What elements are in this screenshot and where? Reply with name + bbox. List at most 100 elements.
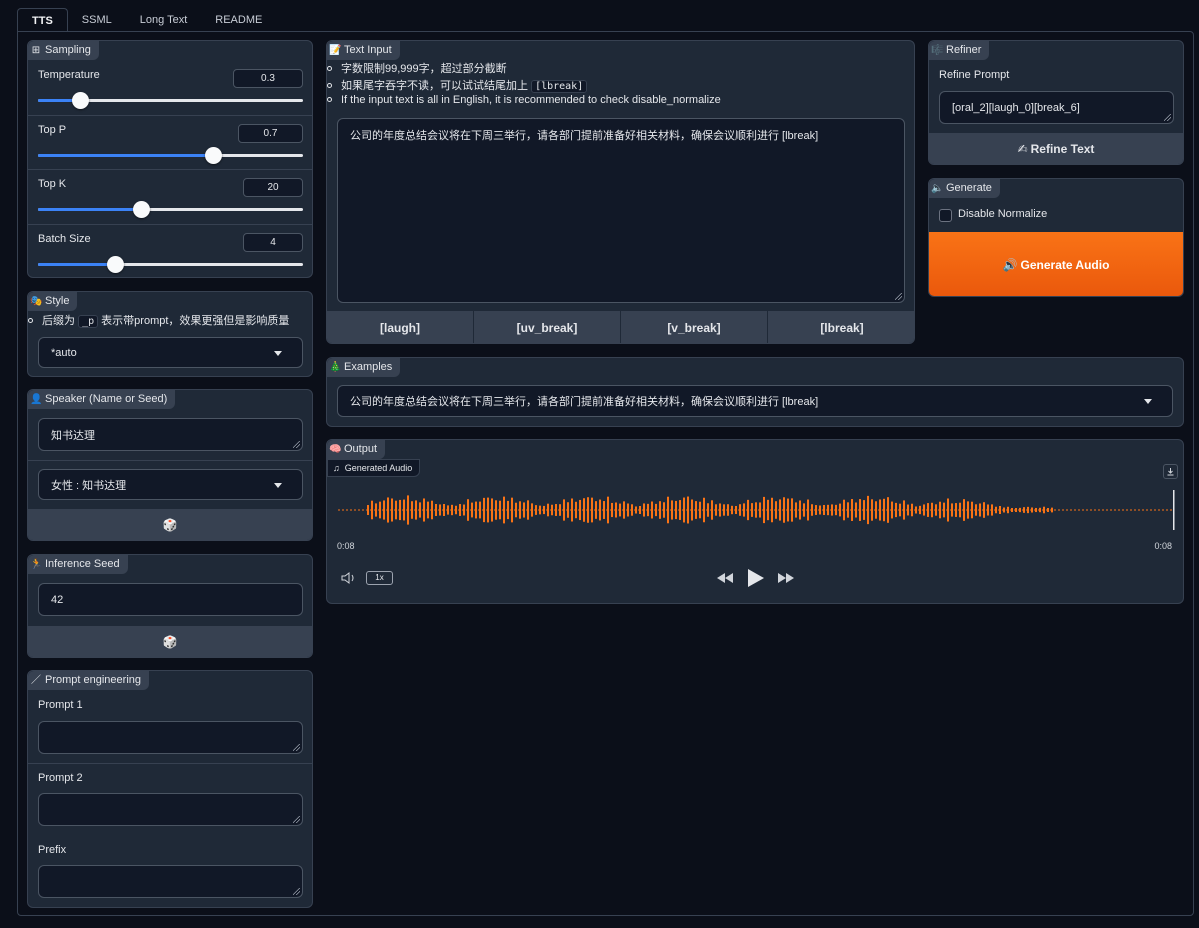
volume-icon[interactable] [340,571,358,585]
slider-number-input[interactable]: 0.7 [238,123,303,143]
waveform-bar [855,502,857,518]
waveform-bar [551,504,553,516]
waveform-bar [735,505,737,515]
slider-number-input[interactable]: 4 [243,232,303,252]
play-icon[interactable] [747,568,765,588]
fast-forward-icon[interactable] [777,572,795,584]
resize-grip-icon[interactable] [293,441,300,448]
refine-prompt-input[interactable]: [oral_2][laugh_0][break_6] [939,91,1174,124]
notes-icon: 🎼 [931,45,944,56]
waveform[interactable] [327,486,1184,534]
speaker-select[interactable]: 女性 : 知书达理 [38,469,303,500]
waveform-bar [595,501,597,519]
waveform-bar [879,499,881,521]
waveform-bar [771,497,773,523]
slider-track[interactable] [38,146,303,164]
resize-grip-icon[interactable] [895,293,902,300]
speaker-name-input[interactable]: 知书达理 [38,418,303,451]
waveform-bar [407,495,409,525]
tab-readme[interactable]: README [201,8,276,32]
prompt2-input[interactable] [38,793,303,826]
laugh-button[interactable]: [laugh] [327,311,473,343]
person-icon: 👤 [30,394,43,405]
waveform-bar [575,501,577,519]
resize-grip-icon[interactable] [293,888,300,895]
waveform-bar [967,501,969,519]
slider-fill [38,208,142,211]
waveform-bar [991,504,993,516]
bullet-icon [28,317,33,323]
generate-panel: 🔈 Generate Disable Normalize 🔊 Generate Au… [928,178,1184,297]
speaker-title: Speaker (Name or Seed) [45,393,168,405]
slider-number-input[interactable]: 0.3 [233,69,303,88]
v-break-button[interactable]: [v_break] [621,311,767,343]
waveform-bar [635,506,637,514]
waveform-bar [567,502,569,518]
tab-ssml[interactable]: SSML [68,8,126,32]
text-input-area[interactable]: 公司的年度总结会议将在下周三举行，请各部门提前准备好相关材料，确保会议顺利进行 … [337,118,905,303]
waveform-bar [875,501,877,519]
waveform-bar [367,505,369,515]
waveform-bar [587,497,589,523]
seed-input[interactable]: 42 [38,583,303,616]
waveform-bar [435,503,437,517]
waveform-bar [815,505,817,515]
waveform-bar [675,500,677,520]
resize-grip-icon[interactable] [293,816,300,823]
slider-track[interactable] [38,255,303,273]
waveform-bar [699,501,701,519]
uv-break-button[interactable]: [uv_break] [474,311,620,343]
waveform-bar [919,505,921,515]
disable-normalize-label[interactable]: Disable Normalize [958,208,1047,220]
waveform-bar [479,501,481,519]
generate-audio-button[interactable]: 🔊 Generate Audio [929,232,1183,296]
prompt1-input[interactable] [38,721,303,754]
slider-thumb[interactable] [106,255,124,273]
refine-text-button[interactable]: ✍ Refine Text [929,133,1183,164]
tab-long-text[interactable]: Long Text [126,8,202,32]
waveform-bar [767,499,769,521]
resize-grip-icon[interactable] [293,744,300,751]
style-title: Style [45,295,70,307]
waveform-bar [823,504,825,516]
text-input-title: Text Input [344,44,392,56]
waveform-bar [375,503,377,517]
slider-track[interactable] [38,92,303,109]
seed-random-button[interactable]: 🎲 [28,626,312,657]
waveform-bar [963,499,965,521]
slider-track[interactable] [38,201,303,218]
download-button[interactable] [1163,464,1178,479]
waveform-bar [859,499,861,521]
waveform-bar [1015,508,1017,512]
lbreak-button[interactable]: [lbreak] [768,311,914,343]
break-button-row: [laugh] [uv_break] [v_break] [lbreak] [327,311,914,343]
slider-thumb[interactable] [72,92,90,109]
prefix-input[interactable] [38,865,303,898]
playback-rate-button[interactable]: 1x [366,571,393,585]
waveform-bar [1011,508,1013,512]
waveform-bar [1031,507,1033,513]
waveform-bar [571,498,573,522]
waveform-bar [619,503,621,517]
waveform-bar [555,504,557,516]
resize-grip-icon[interactable] [1164,114,1171,121]
waveform-bar [459,504,461,516]
waveform-bar [883,498,885,522]
disable-normalize-checkbox[interactable] [939,209,952,222]
waveform-bar [903,500,905,520]
slider-thumb[interactable] [204,146,222,164]
slider-thumb[interactable] [133,201,151,218]
slider-number-input[interactable]: 20 [243,178,303,197]
waveform-bar [631,504,633,516]
waveform-bar [651,501,653,519]
waveform-bar [627,503,629,517]
waveform-bar [383,500,385,520]
waveform-bar [443,504,445,516]
tab-tts[interactable]: TTS [17,8,68,32]
style-select[interactable]: *auto [38,337,303,368]
waveform-bar [747,499,749,521]
examples-select[interactable]: 公司的年度总结会议将在下周三举行，请各部门提前准备好相关材料，确保会议顺利进行 … [337,385,1173,417]
speaker-random-button[interactable]: 🎲 [28,509,312,540]
bullet-icon [327,82,332,88]
rewind-icon[interactable] [716,572,734,584]
